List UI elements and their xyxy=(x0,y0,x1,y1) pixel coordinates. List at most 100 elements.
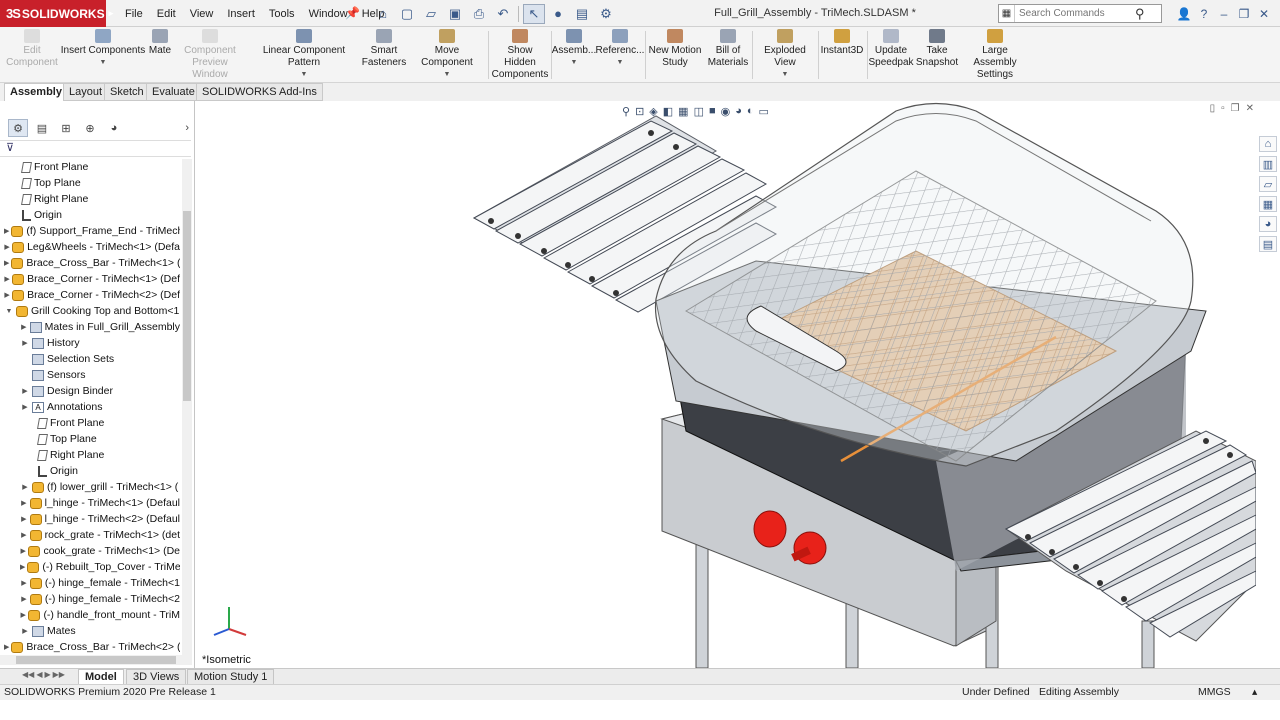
unit-dropdown-icon[interactable]: ▴ xyxy=(1252,686,1257,698)
tree-item[interactable]: Front Plane xyxy=(0,159,180,175)
tree-item[interactable]: Right Plane xyxy=(0,191,180,207)
appearances-icon[interactable]: ◕ xyxy=(1259,216,1277,232)
exploded-view-button[interactable]: Exploded View ▼ xyxy=(753,29,817,81)
last-tab-arrow-icon[interactable]: ▶▶ xyxy=(53,670,65,679)
menu-edit[interactable]: Edit xyxy=(150,8,183,20)
new-motion-study-button[interactable]: New Motion Study xyxy=(647,29,703,81)
show-hidden-components-button[interactable]: Show Hidden Components xyxy=(491,29,549,81)
tree-item[interactable]: ▶ cook_grate - TriMech<1> (De xyxy=(0,543,180,559)
custom-properties-icon[interactable]: ▤ xyxy=(1259,236,1277,252)
tree-item[interactable]: ▶ (-) handle_front_mount - TriM xyxy=(0,607,180,623)
tree-item[interactable]: ▶ Brace_Corner - TriMech<2> (Def xyxy=(0,287,180,303)
insert-components-button[interactable]: Insert Components ▼ xyxy=(60,29,146,81)
move-component-button[interactable]: Move Component ▼ xyxy=(408,29,486,81)
tree-item[interactable]: Sensors xyxy=(0,367,180,383)
undo-icon[interactable]: ↶ xyxy=(492,4,514,24)
menu-tools[interactable]: Tools xyxy=(262,8,302,20)
unit-system[interactable]: MMGS xyxy=(1198,686,1231,698)
menu-file[interactable]: File xyxy=(118,8,150,20)
menu-view[interactable]: View xyxy=(183,8,221,20)
search-icon[interactable]: ⚲ xyxy=(1135,6,1145,22)
help-icon[interactable]: ? xyxy=(1196,7,1212,21)
prev-tab-arrow-icon[interactable]: ◀ xyxy=(36,670,42,679)
save-icon[interactable]: ▣ xyxy=(444,4,466,24)
tree-item[interactable]: ▶ rock_grate - TriMech<1> (det xyxy=(0,527,180,543)
edit-component-button[interactable]: Edit Component xyxy=(6,29,58,81)
restore-icon[interactable]: ❐ xyxy=(1236,7,1252,21)
tree-item[interactable]: ▶ Mates in Full_Grill_Assembly xyxy=(0,319,180,335)
tree-item[interactable]: ▼ Grill Cooking Top and Bottom<1 xyxy=(0,303,180,319)
tree-item[interactable]: ▶ (f) Support_Frame_End - TriMech xyxy=(0,223,180,239)
tab-solidworks-add-ins[interactable]: SOLIDWORKS Add-Ins xyxy=(196,83,323,101)
home-icon[interactable]: ⌂ xyxy=(372,4,394,24)
tab-model[interactable]: Model xyxy=(78,669,124,685)
tree-item[interactable]: ▶ l_hinge - TriMech<1> (Defaul xyxy=(0,495,180,511)
view-palette-icon[interactable]: ▦ xyxy=(1259,196,1277,212)
options-gear-icon[interactable]: ⚙ xyxy=(595,4,617,24)
tree-item[interactable]: Right Plane xyxy=(0,447,180,463)
propertymanager-tab-icon[interactable]: ▤ xyxy=(32,119,52,137)
new-document-icon[interactable]: ▢ xyxy=(396,4,418,24)
tree-filter[interactable]: ⊽ xyxy=(0,140,191,157)
tree-item[interactable]: Top Plane xyxy=(0,175,180,191)
graphics-area[interactable]: ⚲ ⊡ ◈ ◧ ▦ ◫ ■ ◉ ◕ ◐ ▭ ▯ ▫ ❐ ✕ *Isometric xyxy=(196,101,1256,668)
file-explorer-icon[interactable]: ▱ xyxy=(1259,176,1277,192)
tree-item[interactable]: Origin xyxy=(0,463,180,479)
first-tab-arrow-icon[interactable]: ◀◀ xyxy=(22,670,34,679)
tree-scrollbar[interactable] xyxy=(182,159,192,655)
tree-item[interactable]: Front Plane xyxy=(0,415,180,431)
tree-item[interactable]: ▶ A Annotations xyxy=(0,399,180,415)
tree-horizontal-scrollbar[interactable] xyxy=(0,655,192,665)
tab-evaluate[interactable]: Evaluate xyxy=(146,83,201,101)
tree-item[interactable]: ▶ (-) hinge_female - TriMech<2 xyxy=(0,591,180,607)
tree-item[interactable]: ▶ Brace_Cross_Bar - TriMech<2> (F xyxy=(0,639,180,655)
tab-assembly[interactable]: Assembly xyxy=(4,83,68,101)
select-cursor-icon[interactable]: ↖ xyxy=(523,3,545,24)
tree-item[interactable]: ▶ Brace_Corner - TriMech<1> (Def xyxy=(0,271,180,287)
tree-item[interactable]: ▶ Leg&Wheels - TriMech<1> (Defa xyxy=(0,239,180,255)
tree-item[interactable]: ▶ Brace_Cross_Bar - TriMech<1> (F xyxy=(0,255,180,271)
design-library-icon[interactable]: ▥ xyxy=(1259,156,1277,172)
user-icon[interactable]: 👤 xyxy=(1176,7,1192,21)
tab-sketch[interactable]: Sketch xyxy=(104,83,150,101)
dimxpert-tab-icon[interactable]: ⊕ xyxy=(80,119,100,137)
tree-item[interactable]: ▶ Design Binder xyxy=(0,383,180,399)
large-assembly-settings-button[interactable]: Large Assembly Settings xyxy=(960,29,1030,81)
instant3d-button[interactable]: Instant3D xyxy=(819,29,865,81)
tree-item[interactable]: ▶ (f) lower_grill - TriMech<1> ( xyxy=(0,479,180,495)
tree-item[interactable]: ▶ (-) Rebuilt_Top_Cover - TriMe xyxy=(0,559,180,575)
tree-item[interactable]: Top Plane xyxy=(0,431,180,447)
tree-item[interactable]: ▶ (-) hinge_female - TriMech<1 xyxy=(0,575,180,591)
menu-insert[interactable]: Insert xyxy=(220,8,262,20)
linear-component-pattern-button[interactable]: Linear Component Pattern ▼ xyxy=(248,29,360,81)
tree-item[interactable]: ▶ Mates xyxy=(0,623,180,639)
tree-item[interactable]: Origin xyxy=(0,207,180,223)
pin-icon[interactable]: 📌 xyxy=(345,6,360,20)
search-scope-icon[interactable]: ▦ xyxy=(999,5,1015,22)
featuremanager-tab-icon[interactable]: ⚙ xyxy=(8,119,28,137)
grill-assembly-model[interactable] xyxy=(196,101,1256,668)
close-icon[interactable]: ✕ xyxy=(1256,7,1272,21)
assembly-features-button[interactable]: Assemb... ▼ xyxy=(552,29,596,81)
take-snapshot-button[interactable]: Take Snapshot xyxy=(914,29,960,81)
mate-button[interactable]: Mate xyxy=(146,29,174,81)
tab-layout[interactable]: Layout xyxy=(63,83,109,101)
reference-geometry-button[interactable]: Referenc... ▼ xyxy=(596,29,644,81)
tab-motion-study-1[interactable]: Motion Study 1 xyxy=(187,669,275,685)
tree-item[interactable]: ▶ History xyxy=(0,335,180,351)
search-commands[interactable]: ▦ ⚲ xyxy=(998,4,1162,23)
configurationmanager-tab-icon[interactable]: ⊞ xyxy=(56,119,76,137)
print-icon[interactable]: ⎙ xyxy=(468,4,490,24)
tab-3d-views[interactable]: 3D Views xyxy=(126,669,187,685)
component-preview-window-button[interactable]: Component Preview Window xyxy=(176,29,244,81)
display-manager-tab-icon[interactable]: ◕ xyxy=(104,119,124,137)
bill-of-materials-button[interactable]: Bill of Materials xyxy=(705,29,751,81)
solidworks-resources-icon[interactable]: ⌂ xyxy=(1259,136,1277,152)
filter-icon[interactable]: ⊽ xyxy=(6,142,14,154)
search-input[interactable] xyxy=(1015,8,1133,19)
update-speedpak-button[interactable]: Update Speedpak xyxy=(868,29,914,81)
chevron-right-icon[interactable]: › xyxy=(185,122,189,134)
solidworks-logo[interactable]: 3S SOLIDWORKS ▸ xyxy=(0,0,113,27)
traffic-light-icon[interactable]: ● xyxy=(547,4,569,24)
tree-item[interactable]: ▶ l_hinge - TriMech<2> (Defaul xyxy=(0,511,180,527)
